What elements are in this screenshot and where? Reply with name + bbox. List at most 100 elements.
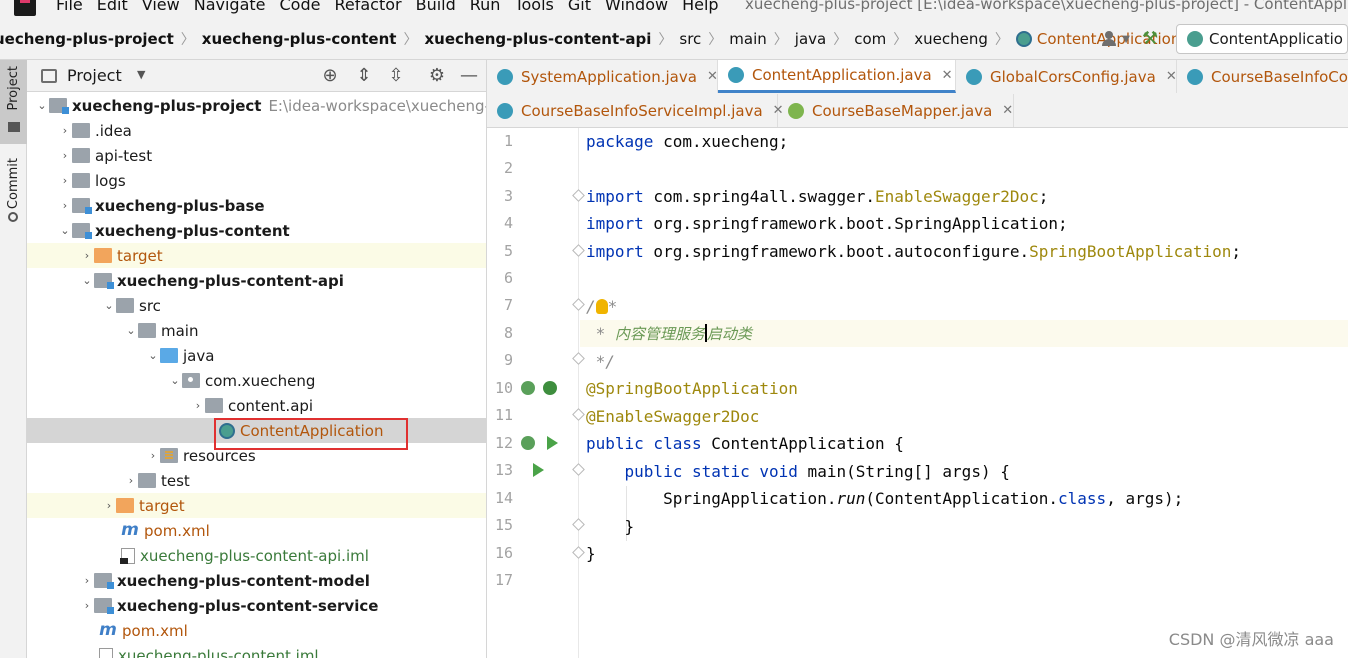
breadcrumb-com[interactable]: com [854,30,886,48]
breadcrumb-main[interactable]: main [729,30,766,48]
tab-course-base-mapper[interactable]: CourseBaseMapper.java ✕ [778,94,1014,127]
menu-git[interactable]: Git [568,0,591,14]
tree-row[interactable]: › content.api [27,393,486,418]
tree-row[interactable]: ⌄ xuecheng-plus-project E:\idea-workspac… [27,93,486,118]
chevron-right-icon[interactable]: › [58,149,72,162]
chevron-right-icon[interactable]: › [191,399,205,412]
tree-row[interactable]: ⌄ com.xuecheng [27,368,486,393]
tree-row[interactable]: › .idea [27,118,486,143]
tool-tab-commit[interactable]: Commit [0,154,27,234]
breadcrumb-content-api[interactable]: xuecheng-plus-content-api [424,30,651,48]
menu-run[interactable]: Run [470,0,501,14]
code-editor[interactable]: 1 2 3 4 5 6 7 8 9 10 11 12 13 14 15 16 1… [487,128,1348,658]
fold-icon[interactable] [572,518,585,531]
run-class-icon[interactable] [547,436,558,450]
close-icon[interactable]: ✕ [942,68,953,83]
tree-row[interactable]: m pom.xml [27,518,486,543]
tab-content-application[interactable]: ContentApplication.java ✕ [718,60,956,93]
breadcrumb-content[interactable]: xuecheng-plus-content [202,30,397,48]
chevron-down-icon[interactable]: ⌄ [124,324,138,337]
chevron-right-icon[interactable]: › [58,174,72,187]
tab-global-cors-config[interactable]: GlobalCorsConfig.java ✕ [956,60,1177,93]
close-icon[interactable]: ✕ [1002,103,1013,118]
chevron-down-icon[interactable]: ⌄ [168,374,182,387]
tree-row[interactable]: m pom.xml [27,618,486,643]
menu-build[interactable]: Build [416,0,456,14]
menu-file[interactable]: File [56,0,83,14]
tool-tab-project[interactable]: Project [0,60,27,144]
tree-row[interactable]: › xuecheng-plus-base [27,193,486,218]
fold-icon[interactable] [572,298,585,311]
tree-row[interactable]: ⌄ xuecheng-plus-content-api [27,268,486,293]
breadcrumb-xuecheng[interactable]: xuecheng [914,30,988,48]
chevron-down-icon[interactable]: ⌄ [80,274,94,287]
menu-help[interactable]: Help [682,0,718,14]
fold-icon[interactable] [572,189,585,202]
chevron-right-icon[interactable]: › [80,599,94,612]
tab-system-application[interactable]: SystemApplication.java ✕ [487,60,718,93]
run-configuration-select[interactable]: ContentApplicatio [1176,24,1348,54]
tree-row[interactable]: ⌄ java [27,343,486,368]
tree-row[interactable]: xuecheng-plus-content.iml [27,643,486,658]
class-icon [728,67,744,83]
chevron-down-icon[interactable]: ▼ [1122,34,1130,45]
chevron-right-icon[interactable]: › [146,449,160,462]
fold-icon[interactable] [572,244,585,257]
fold-icon[interactable] [572,408,585,421]
window-title: xuecheng-plus-project [E:\idea-workspace… [745,0,1348,13]
chevron-right-icon[interactable]: › [80,249,94,262]
tree-row[interactable]: › test [27,468,486,493]
chevron-right-icon[interactable]: › [124,474,138,487]
minimize-icon[interactable]: — [458,65,480,87]
project-panel-title[interactable]: Project [67,66,122,85]
gear-icon[interactable]: ⚙ [426,65,448,87]
menu-code[interactable]: Code [280,0,321,14]
build-hammer-icon[interactable]: ⚒ [1142,30,1160,48]
tree-row[interactable]: › target [27,493,486,518]
chevron-down-icon[interactable]: ⌄ [102,299,116,312]
breadcrumb-java[interactable]: java [795,30,826,48]
spring-config-icon[interactable] [543,381,557,395]
fold-icon[interactable] [572,463,585,476]
chevron-right-icon[interactable]: › [58,199,72,212]
tree-row[interactable]: › api-test [27,143,486,168]
spring-bean-icon[interactable] [521,381,535,395]
fold-icon[interactable] [572,352,585,365]
chevron-down-icon[interactable]: ⌄ [35,99,49,112]
collapse-all-icon[interactable]: ⇳ [385,65,407,87]
locate-icon[interactable]: ⊕ [319,65,341,87]
spring-bean-icon[interactable] [521,436,535,450]
breadcrumb-src[interactable]: src [679,30,701,48]
expand-all-icon[interactable]: ⇕ [353,65,375,87]
chevron-down-icon[interactable]: ▼ [137,68,145,81]
lightbulb-icon[interactable] [595,299,608,314]
menu-refactor[interactable]: Refactor [334,0,401,14]
chevron-down-icon[interactable]: ⌄ [58,224,72,237]
user-icon[interactable] [1102,31,1118,47]
menu-view[interactable]: View [142,0,180,14]
breadcrumb-project[interactable]: uecheng-plus-project [0,30,174,48]
tab-course-base-info-controller[interactable]: CourseBaseInfoCon [1177,60,1348,93]
tree-row[interactable]: ⌄ main [27,318,486,343]
tree-row[interactable]: ⌄ xuecheng-plus-content [27,218,486,243]
tree-row[interactable]: › logs [27,168,486,193]
menu-navigate[interactable]: Navigate [194,0,266,14]
editor-tabs: SystemApplication.java ✕ ContentApplicat… [487,60,1348,128]
menu-edit[interactable]: Edit [97,0,128,14]
chevron-down-icon[interactable]: ⌄ [146,349,160,362]
close-icon[interactable]: ✕ [1166,69,1177,84]
tree-row[interactable]: › xuecheng-plus-content-model [27,568,486,593]
tree-row[interactable]: › xuecheng-plus-content-service [27,593,486,618]
tab-course-base-info-service-impl[interactable]: CourseBaseInfoServiceImpl.java ✕ [487,94,784,127]
close-icon[interactable]: ✕ [707,69,718,84]
tree-row[interactable]: ⌄ src [27,293,486,318]
fold-icon[interactable] [572,546,585,559]
tree-row[interactable]: xuecheng-plus-content-api.iml [27,543,486,568]
tree-row[interactable]: › target [27,243,486,268]
menu-tools[interactable]: Tools [514,0,553,14]
chevron-right-icon[interactable]: › [58,124,72,137]
chevron-right-icon[interactable]: › [102,499,116,512]
chevron-right-icon[interactable]: › [80,574,94,587]
menu-window[interactable]: Window [605,0,668,14]
run-main-icon[interactable] [533,463,544,477]
